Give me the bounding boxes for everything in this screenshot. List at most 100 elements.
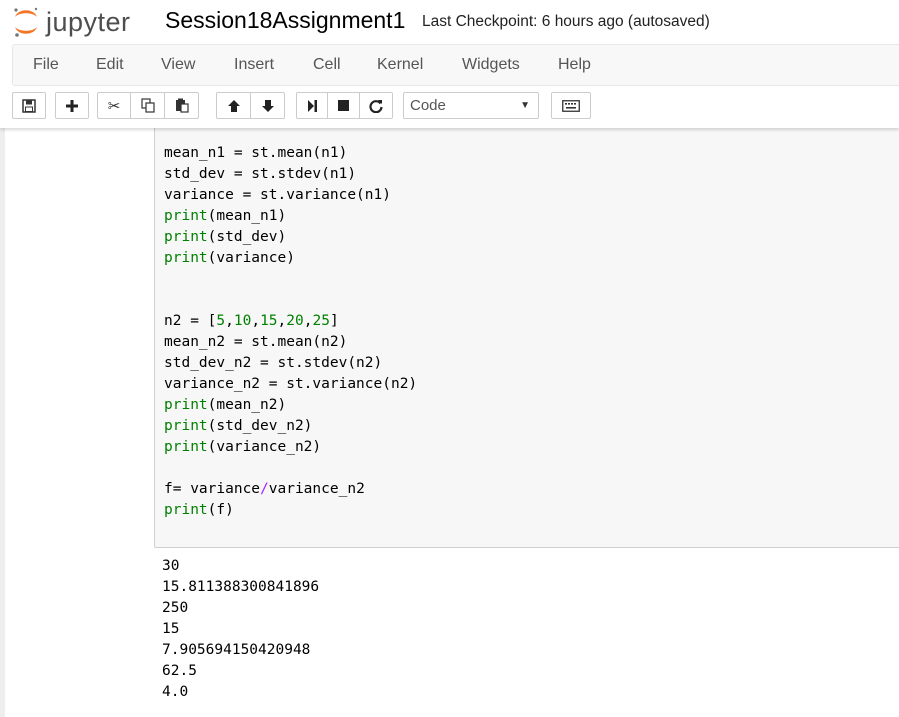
- code-text: ,: [277, 313, 287, 329]
- code-text: ]: [329, 313, 339, 329]
- menu-file[interactable]: File: [33, 56, 59, 74]
- code-line: std_dev = st.stdev(n1): [164, 164, 417, 185]
- header: jupyter Session18Assignment1 Last Checkp…: [0, 0, 899, 44]
- plus-icon: [66, 99, 78, 112]
- menu-cell[interactable]: Cell: [313, 56, 341, 74]
- keyboard-icon: [562, 99, 580, 112]
- code-keyword: print: [164, 418, 208, 434]
- paste-icon: [175, 98, 189, 113]
- code-operator: /: [260, 481, 269, 497]
- notebook-area: mean_n1 = st.mean(n1) std_dev = st.stdev(…: [0, 128, 899, 717]
- code-keyword: print: [164, 439, 208, 455]
- code-line: f= variance/variance_n2: [164, 479, 417, 500]
- jupyter-logo[interactable]: jupyter: [12, 4, 131, 40]
- code-text: ,: [251, 313, 261, 329]
- code-line: variance_n2 = st.variance(n2): [164, 374, 417, 395]
- logo-text: jupyter: [46, 6, 131, 37]
- output-line: 62.5: [162, 663, 197, 679]
- restart-button[interactable]: [359, 92, 393, 119]
- code-text: variance_n2: [268, 481, 365, 497]
- restart-icon: [369, 99, 383, 113]
- cell-output: 30 15.811388300841896 250 15 7.9056941504209…: [162, 556, 319, 703]
- copy-icon: [140, 98, 155, 113]
- cell-type-select[interactable]: Code ▼: [403, 92, 539, 119]
- code-text: (mean_n1): [207, 208, 287, 224]
- code-line: std_dev_n2 = st.stdev(n2): [164, 353, 417, 374]
- cut-icon: ✂: [107, 97, 121, 115]
- code-keyword: print: [164, 250, 208, 266]
- paste-button[interactable]: [164, 92, 199, 119]
- code-line: variance = st.variance(n1): [164, 185, 417, 206]
- copy-button[interactable]: [130, 92, 165, 119]
- code-line: print(variance): [164, 248, 417, 269]
- cut-button[interactable]: ✂: [97, 92, 131, 119]
- cell-type-value: Code: [410, 97, 446, 114]
- code-number: 10: [233, 313, 252, 329]
- interrupt-button[interactable]: [327, 92, 360, 119]
- menu-view[interactable]: View: [161, 56, 195, 74]
- code-text: (variance_n2): [207, 439, 322, 455]
- menu-help[interactable]: Help: [558, 56, 591, 74]
- run-button[interactable]: [296, 92, 328, 119]
- output-line: 30: [162, 558, 180, 574]
- menu-kernel[interactable]: Kernel: [377, 56, 423, 74]
- code-line: print(mean_n2): [164, 395, 417, 416]
- output-line: 4.0: [162, 684, 189, 700]
- code-text: (std_dev): [207, 229, 287, 245]
- code-text: std_dev = st.stdev(n1): [164, 166, 357, 182]
- move-up-button[interactable]: [216, 92, 251, 119]
- notebook-name[interactable]: Session18Assignment1: [165, 7, 405, 34]
- code-editor[interactable]: mean_n1 = st.mean(n1) std_dev = st.stdev(…: [164, 143, 417, 521]
- output-line: 15.811388300841896: [162, 579, 320, 595]
- code-text: (variance): [207, 250, 295, 266]
- code-line: mean_n2 = st.mean(n2): [164, 332, 417, 353]
- stop-icon: [338, 100, 349, 111]
- code-text: variance_n2 = st.variance(n2): [164, 376, 418, 392]
- code-number: 25: [312, 313, 330, 329]
- checkpoint-status: Last Checkpoint: 6 hours ago (autosaved): [422, 13, 710, 30]
- notebook-page: mean_n1 = st.mean(n1) std_dev = st.stdev(…: [5, 128, 899, 717]
- save-button[interactable]: [12, 92, 46, 119]
- code-text: ,: [225, 313, 234, 329]
- step-forward-icon: [308, 99, 317, 112]
- code-text: mean_n1 = st.mean(n1): [164, 145, 348, 161]
- code-text: std_dev_n2 = st.stdev(n2): [164, 355, 383, 371]
- arrow-up-icon: [227, 99, 240, 112]
- command-palette-button[interactable]: [551, 92, 591, 119]
- menu-widgets[interactable]: Widgets: [462, 56, 520, 74]
- code-keyword: print: [164, 208, 208, 224]
- code-text: f= variance: [164, 481, 261, 497]
- menu-insert[interactable]: Insert: [234, 56, 274, 74]
- move-down-button[interactable]: [250, 92, 285, 119]
- run-group: [296, 92, 393, 119]
- code-text: (mean_n2): [207, 397, 287, 413]
- code-keyword: print: [164, 397, 208, 413]
- output-line: 250: [162, 600, 189, 616]
- menu-edit[interactable]: Edit: [96, 56, 124, 74]
- code-line: mean_n1 = st.mean(n1): [164, 143, 417, 164]
- code-text: variance = st.variance(n1): [164, 187, 391, 203]
- code-keyword: print: [164, 229, 208, 245]
- code-keyword: print: [164, 502, 208, 518]
- move-group: [216, 92, 285, 119]
- code-text: n2 = [: [164, 313, 217, 329]
- output-line: 7.905694150420948: [162, 642, 311, 658]
- code-line: print(std_dev): [164, 227, 417, 248]
- code-text: mean_n2 = st.mean(n2): [164, 334, 348, 350]
- code-line: print(std_dev_n2): [164, 416, 417, 437]
- menubar: File Edit View Insert Cell Kernel Widget…: [12, 44, 899, 86]
- arrow-down-icon: [261, 99, 274, 112]
- jupyter-logo-icon: [14, 7, 38, 37]
- insert-cell-button[interactable]: [55, 92, 89, 119]
- toolbar: ✂ Code ▼: [0, 88, 899, 128]
- clipboard-group: ✂: [97, 92, 199, 119]
- caret-down-icon: ▼: [520, 100, 530, 111]
- save-icon: [22, 98, 36, 113]
- code-cell-input[interactable]: mean_n1 = st.mean(n1) std_dev = st.stdev(…: [154, 128, 899, 548]
- code-number: 5: [216, 313, 226, 329]
- output-line: 15: [162, 621, 180, 637]
- code-text: (f): [207, 502, 234, 518]
